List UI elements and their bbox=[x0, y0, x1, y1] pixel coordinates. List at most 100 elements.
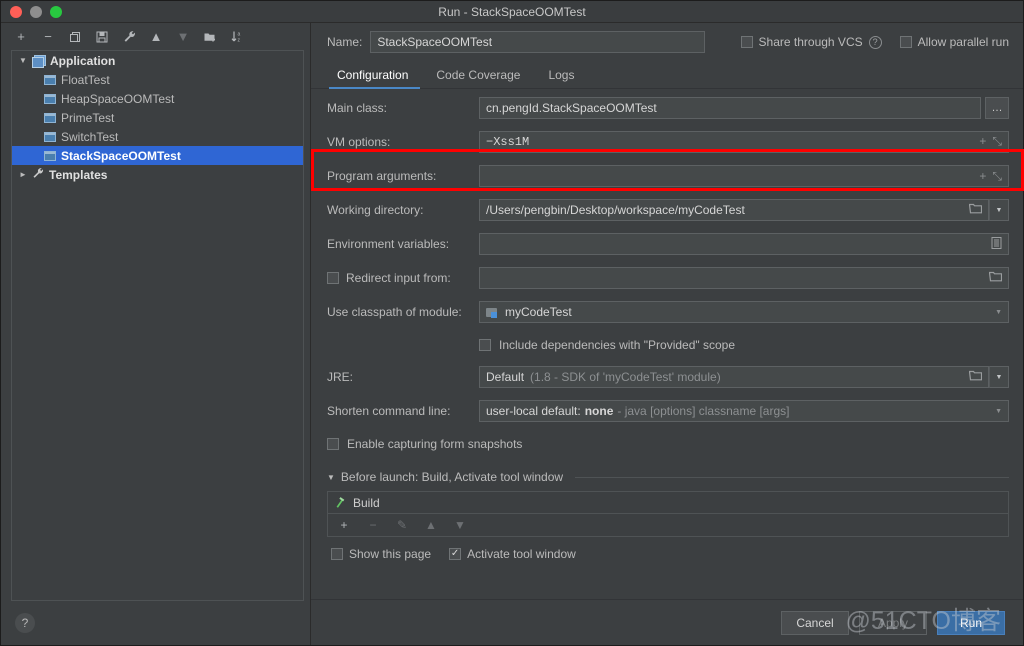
help-button[interactable]: ? bbox=[15, 613, 35, 633]
enable-form-snapshots-row[interactable]: Enable capturing form snapshots bbox=[327, 434, 1009, 454]
program-arguments-expand-icon[interactable]: ⤡ bbox=[992, 169, 1002, 184]
run-config-icon bbox=[44, 150, 56, 161]
vm-options-value: −Xss1M bbox=[486, 135, 530, 149]
redirect-input-checkbox[interactable] bbox=[327, 272, 339, 284]
include-provided-checkbox[interactable] bbox=[479, 339, 491, 351]
main-class-input[interactable]: cn.pengId.StackSpaceOOMTest bbox=[479, 97, 981, 119]
configuration-panel: Name: StackSpaceOOMTest Share through VC… bbox=[311, 23, 1024, 645]
working-directory-dropdown-icon[interactable]: ▼ bbox=[989, 199, 1009, 221]
working-directory-folder-icon[interactable] bbox=[968, 203, 983, 217]
shorten-command-line-label: Shorten command line: bbox=[327, 404, 451, 418]
minimize-window-icon[interactable] bbox=[30, 5, 42, 18]
vm-options-expand-icon[interactable]: ⤡ bbox=[992, 135, 1002, 149]
jre-select[interactable]: Default (1.8 - SDK of 'myCodeTest' modul… bbox=[479, 366, 989, 388]
application-icon bbox=[32, 55, 46, 68]
window-title: Run - StackSpaceOOMTest bbox=[438, 4, 586, 19]
jre-dropdown-icon[interactable]: ▼ bbox=[989, 366, 1009, 388]
move-down-icon[interactable]: ▼ bbox=[175, 29, 191, 45]
activate-tool-window-checkbox[interactable] bbox=[449, 548, 462, 560]
shorten-command-line-select[interactable]: user-local default: none - java [options… bbox=[479, 400, 1009, 422]
jre-value-suffix: (1.8 - SDK of 'myCodeTest' module) bbox=[530, 370, 721, 384]
include-provided-row[interactable]: Include dependencies with "Provided" sco… bbox=[327, 335, 1009, 355]
environment-variables-input[interactable] bbox=[479, 233, 1009, 255]
move-up-icon[interactable]: ▲ bbox=[148, 29, 164, 45]
show-this-page-row[interactable]: Show this page bbox=[331, 547, 431, 561]
show-this-page-checkbox[interactable] bbox=[331, 548, 343, 560]
cancel-button[interactable]: Cancel bbox=[781, 610, 849, 635]
remove-icon[interactable]: − bbox=[40, 29, 56, 45]
vm-options-label: VM options: bbox=[327, 135, 391, 149]
working-directory-input[interactable]: /Users/pengbin/Desktop/workspace/myCodeT… bbox=[479, 199, 989, 221]
share-through-vcs-label: Share through VCS bbox=[758, 35, 863, 49]
tree-item-stackspaceoomtest[interactable]: StackSpaceOOMTest bbox=[12, 146, 303, 165]
chevron-down-icon[interactable]: ▼ bbox=[16, 56, 30, 65]
environment-variables-label: Environment variables: bbox=[327, 237, 450, 251]
jre-value: Default bbox=[486, 370, 525, 384]
close-window-icon[interactable] bbox=[10, 5, 22, 18]
tree-item-templates[interactable]: ► Templates bbox=[12, 165, 303, 184]
name-label: Name: bbox=[327, 35, 363, 49]
working-directory-value: /Users/pengbin/Desktop/workspace/myCodeT… bbox=[486, 203, 745, 217]
redirect-input-folder-icon[interactable] bbox=[988, 271, 1003, 285]
tree-item-floattest[interactable]: FloatTest bbox=[12, 70, 303, 89]
allow-parallel-run-checkbox[interactable] bbox=[899, 36, 912, 48]
copy-icon[interactable] bbox=[67, 29, 83, 45]
move-task-up-icon[interactable]: ▲ bbox=[423, 517, 439, 533]
before-launch-header[interactable]: ▼ Before launch: Build, Activate tool wi… bbox=[327, 468, 1009, 486]
run-config-icon bbox=[44, 74, 56, 85]
move-task-down-icon[interactable]: ▼ bbox=[452, 517, 468, 533]
enable-form-snapshots-checkbox[interactable] bbox=[327, 438, 339, 450]
dialog-footer: Cancel Apply Run bbox=[311, 599, 1023, 645]
new-folder-icon[interactable] bbox=[202, 29, 218, 45]
wrench-icon[interactable] bbox=[121, 29, 137, 45]
program-arguments-input[interactable]: + ⤡ bbox=[479, 165, 1009, 187]
allow-parallel-run-row[interactable]: Allow parallel run bbox=[899, 35, 1009, 49]
vm-options-input[interactable]: −Xss1M + ⤡ bbox=[479, 131, 1009, 153]
activate-tool-window-row[interactable]: Activate tool window bbox=[449, 547, 576, 561]
name-input[interactable]: StackSpaceOOMTest bbox=[370, 31, 706, 53]
add-icon[interactable]: + bbox=[13, 29, 29, 45]
run-configuration-dialog: Run - StackSpaceOOMTest + − ▲ ▼ a z ▼ Ap… bbox=[0, 0, 1024, 646]
shorten-command-line-dropdown-icon[interactable]: ▼ bbox=[995, 408, 1002, 415]
redirect-input-field[interactable] bbox=[479, 267, 1009, 289]
add-task-icon[interactable]: + bbox=[336, 517, 352, 533]
hammer-icon bbox=[333, 493, 349, 511]
activate-tool-window-label: Activate tool window bbox=[467, 547, 576, 561]
maximize-window-icon[interactable] bbox=[50, 5, 62, 18]
share-through-vcs-checkbox[interactable] bbox=[740, 36, 753, 48]
use-classpath-module-dropdown-icon[interactable]: ▼ bbox=[995, 309, 1002, 316]
run-config-icon bbox=[44, 93, 56, 104]
before-launch-task-build[interactable]: Build bbox=[328, 492, 1008, 514]
share-vcs-help-icon[interactable]: ? bbox=[868, 35, 882, 49]
tree-item-heapspaceoomtest[interactable]: HeapSpaceOOMTest bbox=[12, 89, 303, 108]
tab-logs[interactable]: Logs bbox=[534, 68, 588, 88]
run-config-icon bbox=[44, 112, 56, 123]
edit-task-icon[interactable]: ✎ bbox=[394, 517, 410, 533]
vm-options-add-icon[interactable]: + bbox=[979, 135, 986, 149]
main-class-browse-button[interactable]: … bbox=[985, 97, 1009, 119]
before-launch-task-list[interactable]: Build + − ✎ ▲ ▼ bbox=[327, 491, 1009, 537]
environment-variables-browse-icon[interactable] bbox=[991, 236, 1002, 252]
tree-item-primetest[interactable]: PrimeTest bbox=[12, 108, 303, 127]
main-class-label: Main class: bbox=[327, 101, 388, 115]
program-arguments-add-icon[interactable]: + bbox=[979, 169, 986, 183]
tab-configuration[interactable]: Configuration bbox=[327, 68, 422, 89]
save-icon[interactable] bbox=[94, 29, 110, 45]
jre-folder-icon[interactable] bbox=[968, 370, 983, 384]
configurations-tree[interactable]: ▼ Application FloatTest HeapSpaceOOMTest… bbox=[11, 50, 304, 601]
use-classpath-module-select[interactable]: myCodeTest ▼ bbox=[479, 301, 1009, 323]
allow-parallel-run-label: Allow parallel run bbox=[917, 35, 1009, 49]
tree-item-application[interactable]: ▼ Application bbox=[12, 51, 303, 70]
remove-task-icon[interactable]: − bbox=[365, 517, 381, 533]
redirect-input-row: Redirect input from: bbox=[327, 267, 1009, 289]
before-launch-section: ▼ Before launch: Build, Activate tool wi… bbox=[327, 468, 1009, 561]
run-button[interactable]: Run bbox=[937, 610, 1005, 635]
chevron-right-icon[interactable]: ► bbox=[16, 170, 30, 179]
share-through-vcs-row[interactable]: Share through VCS ? bbox=[740, 35, 882, 49]
tab-code-coverage[interactable]: Code Coverage bbox=[422, 68, 534, 88]
sort-alphabetically-icon[interactable]: az bbox=[229, 29, 245, 45]
before-launch-options: Show this page Activate tool window bbox=[327, 547, 1009, 561]
tree-item-switchtest[interactable]: SwitchTest bbox=[12, 127, 303, 146]
apply-button[interactable]: Apply bbox=[859, 610, 927, 635]
chevron-down-icon[interactable]: ▼ bbox=[327, 473, 335, 482]
